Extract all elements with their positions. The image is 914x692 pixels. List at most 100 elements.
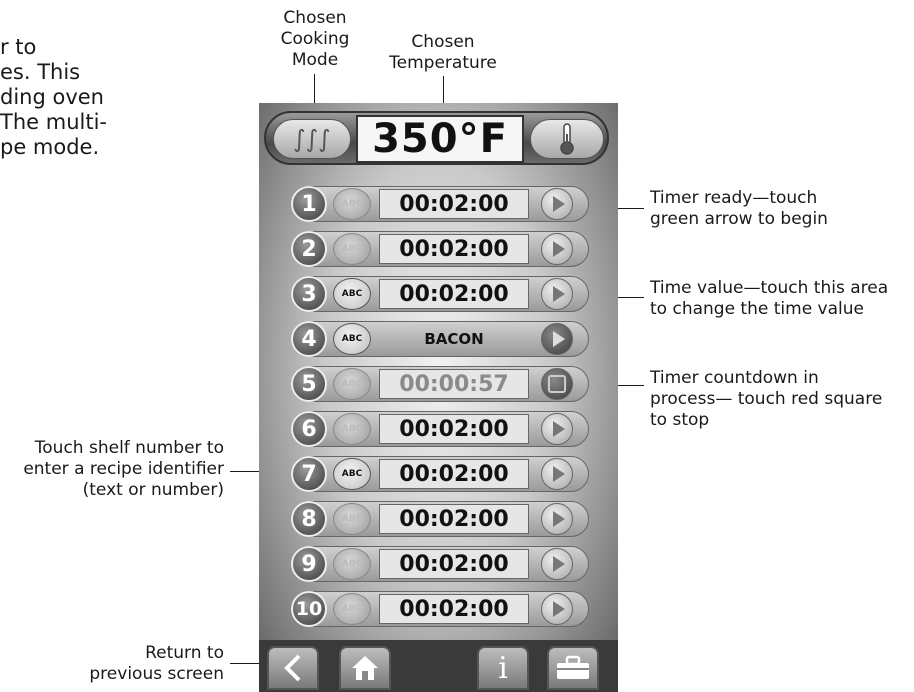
play-arrow-icon <box>553 331 565 347</box>
bottom-bar: i <box>259 640 618 692</box>
annotation-line: previous screen <box>89 664 224 684</box>
time-value[interactable]: 00:02:00 <box>379 594 529 624</box>
annotation-line: to change the time value <box>650 299 864 319</box>
timer-row: 10 ABC 00:02:00 <box>291 591 589 627</box>
steam-icon: ∫∫∫ <box>293 125 331 153</box>
shelf-number-button[interactable]: 6 <box>291 411 327 447</box>
annotation-line: Chosen <box>411 32 475 52</box>
cooking-mode-annotation: Chosen Cooking Mode <box>267 8 363 71</box>
intro-line: The multi- <box>0 110 107 134</box>
intro-line: r to <box>0 35 37 59</box>
recipe-id-button[interactable]: ABC <box>333 233 371 265</box>
temperature-button[interactable] <box>530 119 604 159</box>
temperature-annotation: Chosen Temperature <box>380 32 506 74</box>
shelf-number-button[interactable]: 5 <box>291 366 327 402</box>
annotation-line: green arrow to begin <box>650 209 828 229</box>
shelf-number-button[interactable]: 1 <box>291 186 327 222</box>
annotation-line: to stop <box>650 410 710 430</box>
time-value[interactable]: 00:02:00 <box>379 234 529 264</box>
tools-button[interactable] <box>547 646 599 690</box>
home-button[interactable] <box>339 646 391 690</box>
start-button[interactable] <box>541 413 573 445</box>
start-button[interactable] <box>541 548 573 580</box>
annotation-line: Touch shelf number to <box>34 438 224 458</box>
top-bar: ∫∫∫ 350°F <box>264 111 609 165</box>
time-value[interactable]: 00:02:00 <box>379 549 529 579</box>
shelf-number-button[interactable]: 2 <box>291 231 327 267</box>
shelf-number-button[interactable]: 9 <box>291 546 327 582</box>
toolbox-icon <box>557 655 589 679</box>
annotation-line: Chosen <box>283 8 347 28</box>
recipe-id-button[interactable]: ABC <box>333 278 371 310</box>
play-arrow-icon <box>553 601 565 617</box>
shelf-number-button[interactable]: 10 <box>291 591 327 627</box>
play-arrow-icon <box>553 421 565 437</box>
recipe-id-button[interactable]: ABC <box>333 188 371 220</box>
start-button[interactable] <box>541 188 573 220</box>
shelf-number-button[interactable]: 3 <box>291 276 327 312</box>
annotation-line: Timer ready—touch <box>650 188 818 208</box>
time-value[interactable]: 00:00:57 <box>379 369 529 399</box>
start-button[interactable] <box>541 323 573 355</box>
annotation-line: Time value—touch this area <box>650 278 889 298</box>
timer-row: 9 ABC 00:02:00 <box>291 546 589 582</box>
intro-line: es. This <box>0 60 81 84</box>
stop-button[interactable] <box>541 368 573 400</box>
timer-row: 8 ABC 00:02:00 <box>291 501 589 537</box>
cooking-mode-button[interactable]: ∫∫∫ <box>273 119 351 159</box>
recipe-id-button[interactable]: ABC <box>333 548 371 580</box>
return-annotation: Return to previous screen <box>0 643 224 685</box>
info-button[interactable]: i <box>477 646 529 690</box>
shelf-number-button[interactable]: 8 <box>291 501 327 537</box>
annotation-line: Cooking <box>280 29 350 49</box>
timer-row: 7 ABC 00:02:00 <box>291 456 589 492</box>
countdown-annotation: Timer countdown in process— touch red sq… <box>650 368 882 431</box>
recipe-id-button[interactable]: ABC <box>333 458 371 490</box>
timer-row: 1 ABC 00:02:00 <box>291 186 589 222</box>
recipe-id-button[interactable]: ABC <box>333 413 371 445</box>
start-button[interactable] <box>541 278 573 310</box>
time-value[interactable]: 00:02:00 <box>379 279 529 309</box>
time-value[interactable]: 00:02:00 <box>379 414 529 444</box>
shelf-number-annotation: Touch shelf number to enter a recipe ide… <box>0 438 224 501</box>
play-arrow-icon <box>553 196 565 212</box>
back-arrow-icon <box>284 654 301 682</box>
play-arrow-icon <box>553 511 565 527</box>
time-value[interactable]: 00:02:00 <box>379 504 529 534</box>
annotation-line: (text or number) <box>82 480 224 500</box>
recipe-id-button[interactable]: ABC <box>333 368 371 400</box>
annotation-line: Temperature <box>389 53 497 73</box>
start-button[interactable] <box>541 233 573 265</box>
time-value[interactable]: 00:02:00 <box>379 189 529 219</box>
time-value[interactable]: BACON <box>379 324 529 354</box>
annotation-line: Timer countdown in <box>650 368 819 388</box>
start-button[interactable] <box>541 503 573 535</box>
play-arrow-icon <box>553 241 565 257</box>
timer-row: 4 ABC BACON <box>291 321 589 357</box>
recipe-id-button[interactable]: ABC <box>333 593 371 625</box>
annotation-line: enter a recipe identifier <box>23 459 224 479</box>
thermometer-icon <box>560 123 574 155</box>
shelf-number-button[interactable]: 7 <box>291 456 327 492</box>
recipe-id-button[interactable]: ABC <box>333 323 371 355</box>
play-arrow-icon <box>553 286 565 302</box>
temperature-display[interactable]: 350°F <box>356 115 524 163</box>
shelf-number-button[interactable]: 4 <box>291 321 327 357</box>
start-button[interactable] <box>541 593 573 625</box>
timer-row: 6 ABC 00:02:00 <box>291 411 589 447</box>
recipe-id-button[interactable]: ABC <box>333 503 371 535</box>
intro-line: ding oven <box>0 85 104 109</box>
play-arrow-icon <box>553 556 565 572</box>
timer-row: 3 ABC 00:02:00 <box>291 276 589 312</box>
time-value-annotation: Time value—touch this area to change the… <box>650 278 888 320</box>
annotation-line: Mode <box>291 50 339 70</box>
back-button[interactable] <box>267 646 319 690</box>
start-button[interactable] <box>541 458 573 490</box>
annotation-line: process— touch red square <box>650 389 883 409</box>
time-value[interactable]: 00:02:00 <box>379 459 529 489</box>
timer-row: 5 ABC 00:00:57 <box>291 366 589 402</box>
home-icon <box>352 656 378 680</box>
play-arrow-icon <box>553 466 565 482</box>
timer-ready-annotation: Timer ready—touch green arrow to begin <box>650 188 828 230</box>
intro-line: pe mode. <box>0 135 100 159</box>
